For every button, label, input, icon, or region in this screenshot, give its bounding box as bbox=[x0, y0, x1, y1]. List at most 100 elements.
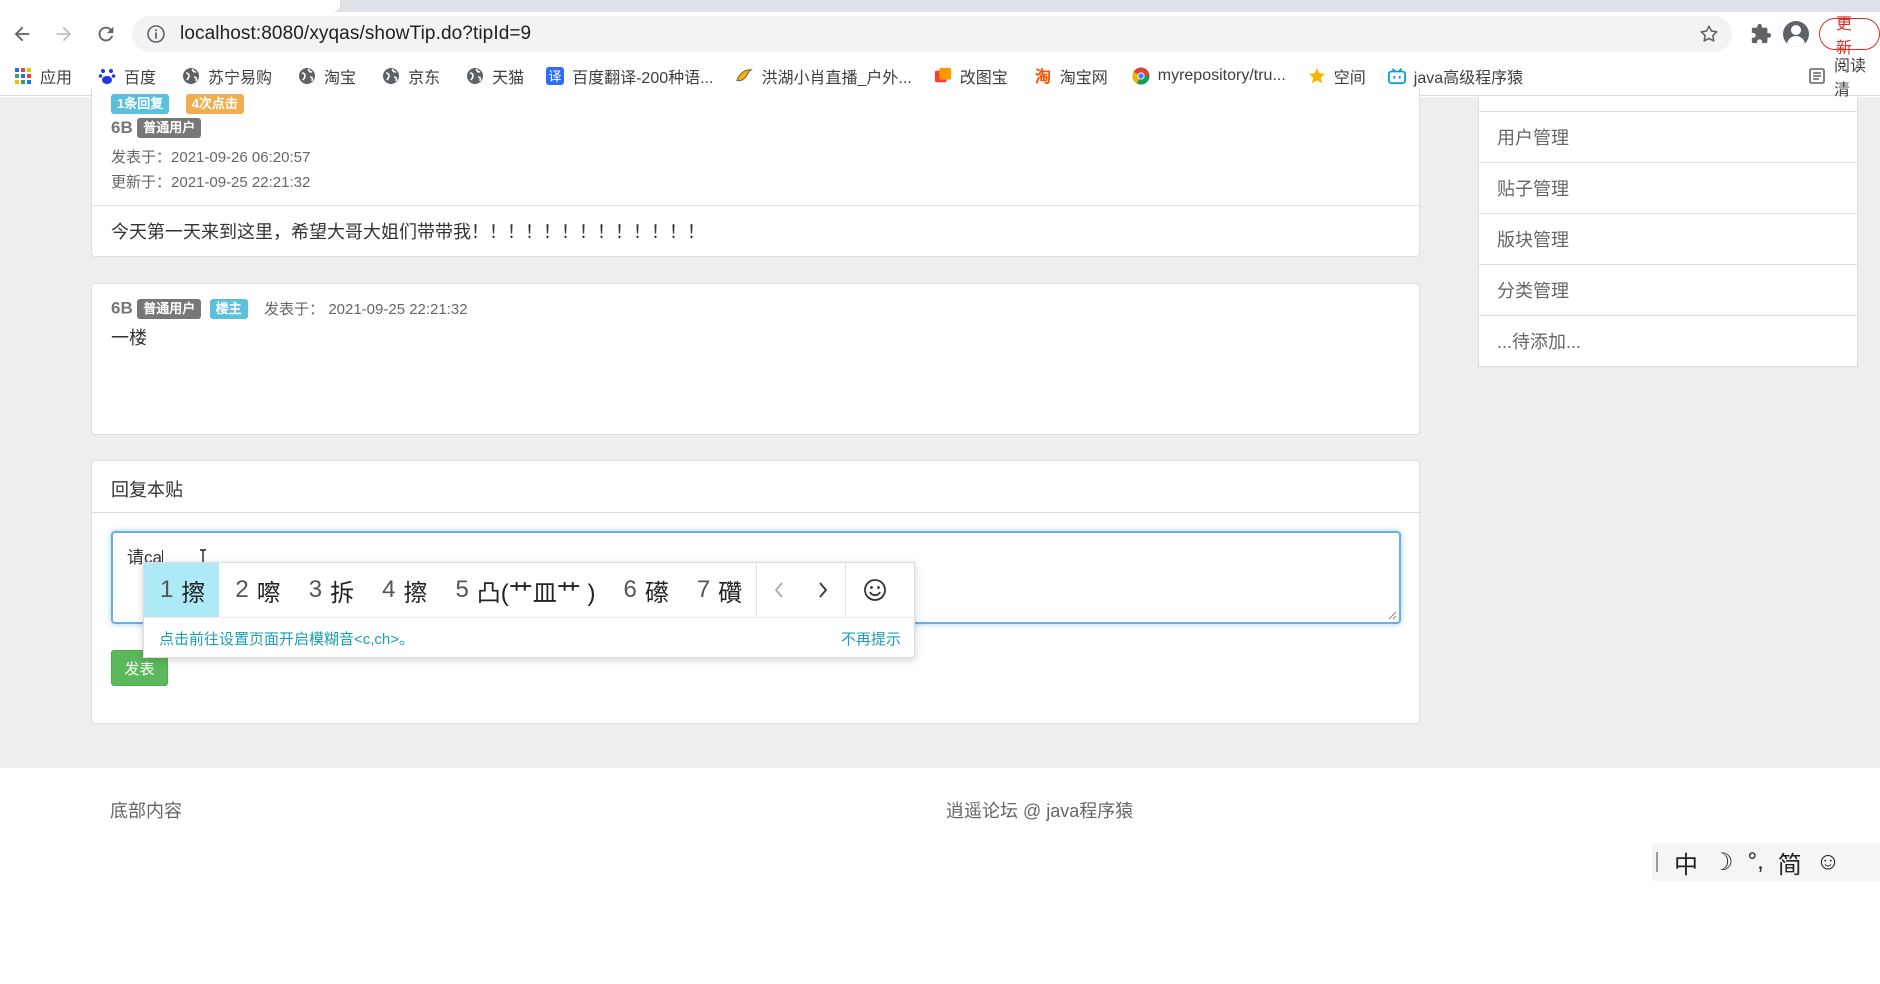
bookmark-taobao[interactable]: 淘宝 bbox=[298, 64, 356, 88]
ime-candidate-6[interactable]: 6礤 bbox=[595, 563, 668, 617]
svg-text:译: 译 bbox=[549, 70, 562, 85]
punctuation-mode-icon[interactable]: °, bbox=[1748, 848, 1764, 876]
divider bbox=[92, 512, 1419, 513]
extensions-button[interactable] bbox=[1746, 16, 1776, 52]
bookmark-apps[interactable]: 应用 bbox=[14, 64, 72, 88]
update-button[interactable]: 更新 bbox=[1818, 16, 1880, 57]
bookmark-baidu[interactable]: 百度 bbox=[98, 64, 156, 88]
smiley-icon bbox=[864, 579, 887, 601]
bookmark-myrepository[interactable]: myrepository/tru... bbox=[1132, 67, 1286, 85]
bookmark-taobao-net[interactable]: 淘淘宝网 bbox=[1034, 64, 1108, 88]
globe-icon bbox=[298, 67, 316, 85]
sidebar-item-board-management[interactable]: 版块管理 bbox=[1478, 214, 1858, 265]
post-posted-time: 发表于：2021-09-26 06:20:57 bbox=[111, 149, 311, 166]
resize-handle-icon[interactable] bbox=[1387, 610, 1397, 620]
post-stats: 1条回复 4次点击 bbox=[111, 94, 244, 114]
ime-mode-chinese[interactable]: 中 bbox=[1674, 845, 1698, 880]
ime-candidate-3[interactable]: 3拆 bbox=[281, 563, 354, 617]
bookmark-qzone[interactable]: 空间 bbox=[1308, 64, 1366, 88]
ime-dismiss-hint[interactable]: 不再提示 bbox=[841, 628, 901, 649]
reply-content: 一楼 bbox=[111, 328, 147, 348]
post-author-line: 6B 普通用户 bbox=[111, 118, 202, 138]
reply-panel: 6B 普通用户 楼主 发表于： 2021-09-25 22:21:32 一楼 bbox=[91, 283, 1420, 435]
translate-icon: 译 bbox=[546, 66, 565, 85]
reading-list-icon bbox=[1808, 67, 1826, 85]
globe-icon bbox=[182, 67, 200, 85]
globe-icon bbox=[466, 67, 484, 85]
reply-author[interactable]: 6B bbox=[111, 299, 133, 318]
reply-form-title: 回复本贴 bbox=[111, 480, 183, 500]
bookmark-java-coder[interactable]: java高级程序猿 bbox=[1387, 64, 1523, 88]
chrome-icon bbox=[1132, 67, 1150, 85]
ime-candidate-row: 1擦 2嚓 3拆 4擦 5 凸(艹皿艹 ) 6礤 7礸 bbox=[144, 563, 916, 617]
tab-strip bbox=[0, 0, 1880, 12]
address-bar[interactable]: localhost:8080/xyqas/showTip.do?tipId=9 bbox=[132, 16, 1732, 52]
bookmark-baidu-translate[interactable]: 译百度翻译-200种语... bbox=[546, 64, 713, 88]
baidu-paw-icon bbox=[98, 67, 116, 85]
footer-center-text: 逍遥论坛 @ java程序猿 bbox=[946, 801, 1134, 821]
reply-header: 6B 普通用户 楼主 发表于： 2021-09-25 22:21:32 bbox=[111, 298, 468, 319]
taobao-icon: 淘 bbox=[1034, 67, 1052, 85]
back-button[interactable] bbox=[2, 14, 42, 54]
active-tab[interactable] bbox=[0, 0, 340, 12]
main-post-panel: 1条回复 4次点击 6B 普通用户 发表于：2021-09-26 06:20:5… bbox=[91, 88, 1420, 257]
sidebar-item-post-management[interactable]: 贴子管理 bbox=[1478, 163, 1858, 214]
puzzle-icon bbox=[1752, 23, 1772, 44]
smiley-icon[interactable]: ☺ bbox=[1816, 848, 1841, 876]
bookmark-honghu[interactable]: 洪湖小肖直播_户外... bbox=[735, 64, 912, 88]
ime-candidate-5[interactable]: 5 凸(艹皿艹 ) bbox=[427, 563, 595, 617]
ime-fuzzy-hint-link[interactable]: 点击前往设置页面开启模糊音<c,ch>。 bbox=[159, 628, 414, 649]
sidebar-item-to-be-added[interactable]: ...待添加... bbox=[1478, 316, 1858, 367]
post-updated-time: 更新于：2021-09-25 22:21:32 bbox=[111, 174, 311, 191]
post-content: 今天第一天来到这里，希望大哥大姐们带带我！！！！！！！！！！！！！ bbox=[111, 222, 705, 242]
chevron-left-icon bbox=[774, 582, 783, 598]
admin-sidebar: 用户管理 贴子管理 版块管理 分类管理 ...待添加... bbox=[1478, 97, 1858, 367]
forward-button[interactable] bbox=[44, 14, 84, 54]
info-icon[interactable] bbox=[146, 24, 166, 44]
avatar-icon bbox=[1782, 21, 1809, 47]
ime-emoji-button[interactable] bbox=[846, 563, 904, 617]
sidebar-top-edge bbox=[1478, 97, 1858, 112]
chevron-right-icon bbox=[819, 582, 828, 598]
arrow-left-icon bbox=[14, 26, 30, 42]
ime-candidate-2[interactable]: 2嚓 bbox=[219, 563, 280, 617]
arrow-right-icon bbox=[56, 26, 72, 42]
click-count-badge: 4次点击 bbox=[185, 94, 244, 114]
reply-count-badge: 1条回复 bbox=[111, 94, 170, 114]
ime-status-bar: 中 ☽ °, 简 ☺ bbox=[1652, 843, 1880, 881]
sidebar-item-user-management[interactable]: 用户管理 bbox=[1478, 112, 1858, 163]
toolbar-right: 更新 bbox=[1746, 16, 1880, 57]
footer-left-text: 底部内容 bbox=[110, 801, 182, 821]
ime-next-page-button[interactable] bbox=[801, 563, 845, 617]
profile-button[interactable] bbox=[1780, 16, 1810, 52]
ime-candidate-1[interactable]: 1擦 bbox=[144, 563, 220, 617]
bilibili-icon bbox=[1387, 67, 1406, 85]
sidebar-item-category-management[interactable]: 分类管理 bbox=[1478, 265, 1858, 316]
owner-badge: 楼主 bbox=[209, 298, 248, 319]
reload-button[interactable] bbox=[86, 14, 126, 54]
bookmark-gaitubao[interactable]: 改图宝 bbox=[934, 64, 1008, 88]
divider bbox=[92, 205, 1419, 206]
ime-candidate-4[interactable]: 4擦 bbox=[354, 563, 427, 617]
ime-candidate-7[interactable]: 7礸 bbox=[669, 563, 756, 617]
ime-prev-page-button[interactable] bbox=[757, 563, 801, 617]
browser-toolbar: localhost:8080/xyqas/showTip.do?tipId=9 … bbox=[0, 12, 1880, 57]
bookmark-jd[interactable]: 京东 bbox=[382, 64, 440, 88]
post-author[interactable]: 6B bbox=[111, 118, 133, 137]
reload-icon bbox=[98, 26, 114, 42]
reading-list-button[interactable]: 阅读清 bbox=[1808, 56, 1880, 99]
image-tool-icon bbox=[934, 67, 952, 85]
role-badge: 普通用户 bbox=[137, 118, 202, 138]
moon-icon[interactable]: ☽ bbox=[1712, 848, 1734, 877]
drag-handle[interactable] bbox=[1656, 852, 1658, 872]
bookmark-tmall[interactable]: 天猫 bbox=[466, 64, 524, 88]
bookmark-suning[interactable]: 苏宁易购 bbox=[182, 64, 272, 88]
bird-icon bbox=[735, 67, 754, 85]
ime-hint-row: 点击前往设置页面开启模糊音<c,ch>。 不再提示 bbox=[144, 617, 916, 659]
url-text[interactable]: localhost:8080/xyqas/showTip.do?tipId=9 bbox=[180, 23, 531, 45]
qzone-icon bbox=[1308, 67, 1326, 85]
role-badge: 普通用户 bbox=[137, 298, 202, 319]
ime-mode-simplified[interactable]: 简 bbox=[1778, 845, 1802, 880]
bookmark-star-icon[interactable] bbox=[1698, 23, 1720, 45]
svg-text:淘: 淘 bbox=[1035, 67, 1051, 85]
